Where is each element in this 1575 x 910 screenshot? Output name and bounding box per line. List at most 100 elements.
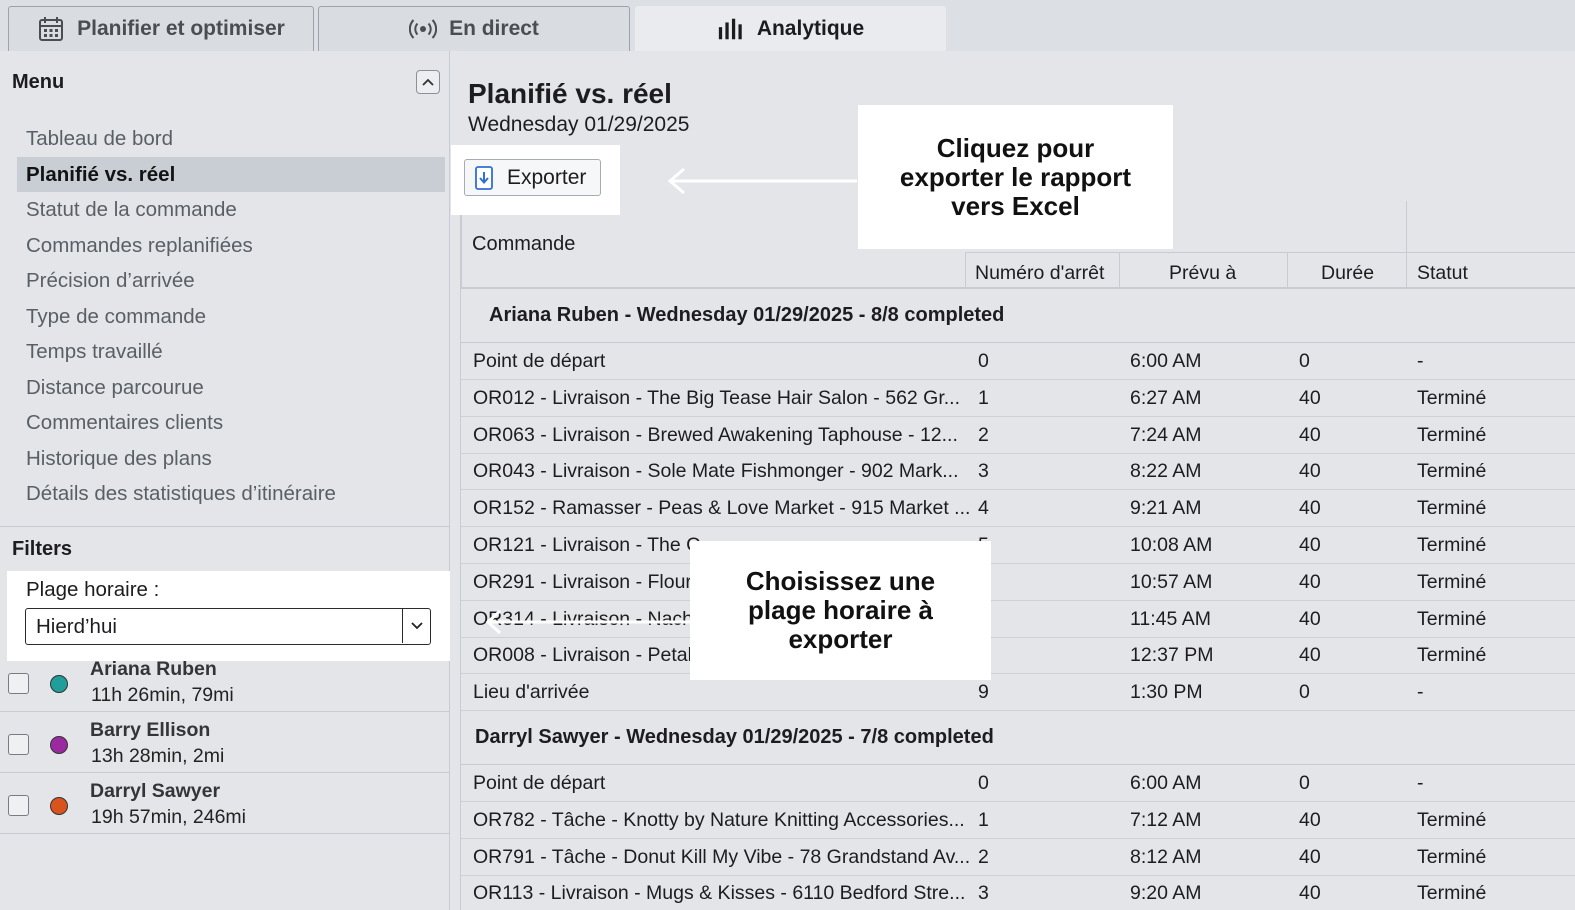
driver-checkbox[interactable]	[8, 734, 29, 755]
sidebar-item-tableau-de-bord[interactable]: Tableau de bord	[17, 121, 445, 157]
cell-duree: 0	[1299, 772, 1310, 794]
driver-stats: 13h 28min, 2mi	[91, 745, 225, 767]
tab-label: Planifier et optimiser	[77, 17, 285, 40]
arrow-icon	[667, 167, 857, 195]
group-title: Ariana Ruben - Wednesday 01/29/2025 - 8/…	[489, 304, 1005, 326]
menu-list: Tableau de bord Planifié vs. réel Statut…	[17, 121, 445, 512]
table-row[interactable]: OR063 - Livraison - Brewed Awakening Tap…	[461, 417, 1575, 454]
cell-prevu: 6:27 AM	[1130, 386, 1202, 409]
sidebar-item-precision-arrivee[interactable]: Précision d’arrivée	[17, 263, 445, 299]
driver-color-dot	[50, 797, 68, 815]
cell-commande: OR043 - Livraison - Sole Mate Fishmonger…	[473, 460, 959, 483]
cell-prevu: 6:00 AM	[1130, 350, 1202, 372]
chevron-down-icon[interactable]	[402, 609, 430, 643]
cell-prevu: 12:37 PM	[1130, 644, 1214, 667]
cell-commande: Lieu d'arrivée	[473, 681, 590, 704]
table-row[interactable]: Lieu d'arrivée 9 1:30 PM 0 -	[461, 674, 1575, 712]
divider	[965, 252, 1575, 253]
cell-numero: 2	[978, 423, 989, 446]
cell-prevu: 10:08 AM	[1130, 534, 1213, 556]
table-row[interactable]: Point de départ 0 6:00 AM 0 -	[461, 765, 1575, 802]
driver-stats: 19h 57min, 246mi	[91, 806, 247, 828]
cell-numero: 0	[978, 772, 989, 794]
sidebar-item-commentaires-clients[interactable]: Commentaires clients	[17, 405, 445, 441]
sidebar-item-type-commande[interactable]: Type de commande	[17, 299, 445, 335]
table-row[interactable]: OR121 - Livraison - The C510:08 AM40Term…	[461, 527, 1575, 564]
time-range-value: Hierd’hui	[36, 615, 117, 638]
table-row[interactable]: Point de départ 0 6:00 AM 0 -	[461, 343, 1575, 380]
table-row[interactable]: OR791 - Tâche - Donut Kill My Vibe - 78 …	[461, 839, 1575, 876]
table-row[interactable]: OR012 - Livraison - The Big Tease Hair S…	[461, 380, 1575, 417]
divider	[0, 526, 450, 527]
cell-commande: Point de départ	[473, 772, 606, 794]
cell-prevu: 9:20 AM	[1130, 882, 1202, 905]
file-download-icon	[475, 165, 493, 190]
broadcast-icon	[409, 15, 438, 43]
cell-commande: OR152 - Ramasser - Peas & Love Market - …	[473, 497, 971, 520]
column-header-numero[interactable]: Numéro d'arrêt	[975, 258, 1104, 288]
driver-row: Ariana Ruben 11h 26min, 79mi	[0, 652, 450, 712]
column-header-duree[interactable]: Durée	[1321, 258, 1374, 288]
sidebar-item-commandes-replanifiees[interactable]: Commandes replanifiées	[17, 228, 445, 264]
column-header-statut[interactable]: Statut	[1417, 258, 1468, 288]
driver-checkbox[interactable]	[8, 795, 29, 816]
cell-duree: 40	[1299, 607, 1321, 630]
cell-statut: Terminé	[1417, 386, 1487, 409]
table-row[interactable]: OR043 - Livraison - Sole Mate Fishmonger…	[461, 453, 1575, 491]
group-header: Ariana Ruben - Wednesday 01/29/2025 - 8/…	[461, 289, 1575, 343]
sidebar-item-statut-commande[interactable]: Statut de la commande	[17, 192, 445, 228]
cell-duree: 40	[1299, 534, 1321, 556]
cell-commande: OR291 - Livraison - Flour	[473, 570, 692, 593]
cell-prevu: 9:21 AM	[1130, 497, 1202, 520]
table-row[interactable]: OR291 - Livraison - Flour610:57 AM40Term…	[461, 564, 1575, 601]
cell-commande: OR008 - Livraison - Petal	[473, 644, 692, 667]
cell-numero: 4	[978, 497, 989, 520]
sidebar-item-temps-travaille[interactable]: Temps travaillé	[17, 334, 445, 370]
cell-statut: Terminé	[1417, 534, 1487, 556]
cell-numero: 9	[978, 681, 989, 704]
column-header-prevu[interactable]: Prévu à	[1169, 258, 1236, 288]
table-row[interactable]: OR008 - Livraison - Petal812:37 PM40Term…	[461, 637, 1575, 675]
group-title: Darryl Sawyer - Wednesday 01/29/2025 - 7…	[475, 726, 994, 748]
divider	[1119, 253, 1120, 289]
cell-commande: OR113 - Livraison - Mugs & Kisses - 6110…	[473, 882, 966, 905]
cell-statut: -	[1417, 772, 1424, 794]
group-header: Darryl Sawyer - Wednesday 01/29/2025 - 7…	[461, 711, 1575, 765]
cell-prevu: 10:57 AM	[1130, 570, 1213, 593]
driver-name: Barry Ellison	[90, 719, 211, 741]
divider	[965, 253, 966, 289]
sidebar: Menu Tableau de bord Planifié vs. réel S…	[0, 51, 450, 910]
column-header-commande: Commande	[472, 233, 576, 255]
sidebar-item-historique-plans[interactable]: Historique des plans	[17, 441, 445, 477]
time-range-select[interactable]: Hierd’hui	[25, 608, 431, 645]
cell-duree: 40	[1299, 845, 1321, 868]
tab-analytique[interactable]: Analytique	[635, 6, 946, 51]
driver-row: Darryl Sawyer 19h 57min, 246mi	[0, 774, 450, 834]
arrow-icon	[485, 609, 690, 635]
tab-planifier[interactable]: Planifier et optimiser	[8, 6, 314, 51]
table-row[interactable]: OR113 - Livraison - Mugs & Kisses - 6110…	[461, 875, 1575, 910]
table-row[interactable]: OR782 - Tâche - Knotty by Nature Knittin…	[461, 802, 1575, 839]
cell-prevu: 7:12 AM	[1130, 808, 1202, 831]
sidebar-item-distance-parcourue[interactable]: Distance parcourue	[17, 370, 445, 406]
cell-duree: 40	[1299, 808, 1321, 831]
cell-duree: 40	[1299, 386, 1321, 409]
driver-checkbox[interactable]	[8, 673, 29, 694]
sidebar-item-details-statistiques[interactable]: Détails des statistiques d’itinéraire	[17, 476, 445, 512]
table-row[interactable]: OR152 - Ramasser - Peas & Love Market - …	[461, 490, 1575, 528]
export-button[interactable]: Exporter	[464, 159, 601, 196]
cell-duree: 40	[1299, 423, 1321, 446]
cell-statut: Terminé	[1417, 808, 1487, 831]
cell-numero: 0	[978, 350, 989, 372]
cell-numero: 2	[978, 845, 989, 868]
cell-duree: 0	[1299, 681, 1310, 704]
cell-prevu: 7:24 AM	[1130, 423, 1202, 446]
cell-statut: Terminé	[1417, 845, 1487, 868]
collapse-menu-button[interactable]	[416, 70, 440, 94]
cell-numero: 1	[978, 386, 989, 409]
menu-title: Menu	[12, 71, 65, 93]
driver-name: Darryl Sawyer	[90, 780, 221, 802]
sidebar-item-planifie-vs-reel[interactable]: Planifié vs. réel	[17, 156, 445, 192]
filters-title: Filters	[12, 538, 73, 560]
tab-en-direct[interactable]: En direct	[318, 6, 630, 51]
